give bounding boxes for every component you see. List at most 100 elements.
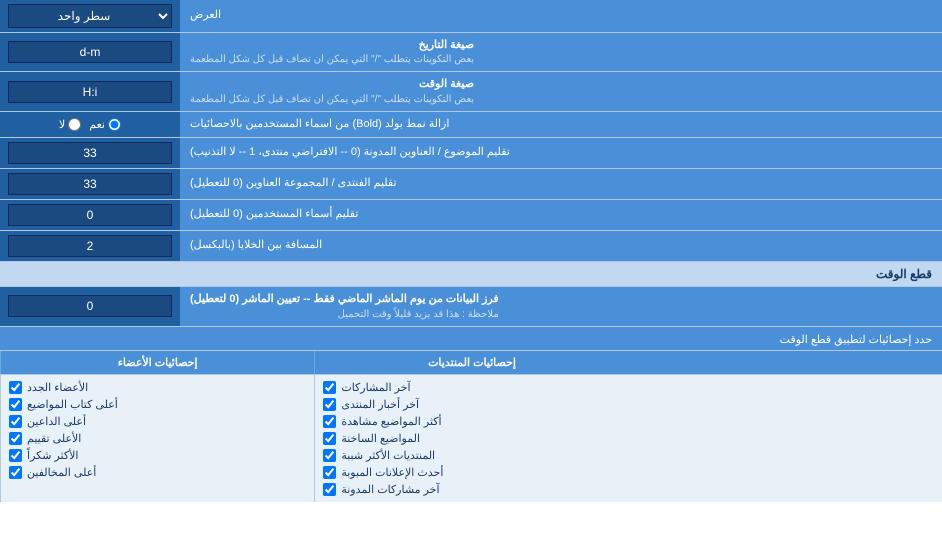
checkbox-hot-topics-label: المواضيع الساخنة — [341, 432, 420, 445]
checkbox-classifieds-label: أحدث الإعلانات المبوبة — [341, 466, 443, 479]
checkbox-header-row: إحصائيات المنتديات إحصائيات الأعضاء — [0, 351, 942, 375]
list-item: أعلى المخالفين — [1, 464, 314, 481]
date-format-input-cell — [0, 33, 180, 71]
display-label-text: العرض — [190, 8, 221, 23]
checkbox-new-members-label: الأعضاء الجدد — [27, 381, 88, 394]
bold-no-label[interactable]: لا — [59, 118, 81, 131]
cell-spacing-input-cell — [0, 231, 180, 261]
checkbox-top-violators-label: أعلى المخالفين — [27, 466, 96, 479]
checkbox-header-forums: إحصائيات المنتديات — [314, 351, 628, 374]
bold-yes-label[interactable]: نعم — [89, 118, 121, 131]
checkbox-forum-news-label: آخر أخبار المنتدى — [341, 398, 419, 411]
checkbox-top-callers-label: أعلى الداعين — [27, 415, 86, 428]
time-format-input-cell — [0, 72, 180, 110]
forum-trim-text: تقليم الفنتدى / المجموعة العناوين (0 للت… — [190, 176, 397, 191]
row-cell-spacing: المسافة بين الخلايا (بالبكسل) — [0, 231, 942, 262]
checkbox-rows-container: آخر المشاركات آخر أخبار المنتدى أكثر الم… — [0, 375, 942, 502]
topic-trim-text: تقليم الموضوع / العناوين المدونة (0 -- ا… — [190, 145, 510, 160]
forum-trim-input[interactable] — [8, 173, 172, 195]
bold-radio-group: نعم لا — [59, 118, 121, 131]
checkbox-forum-news[interactable] — [323, 398, 336, 411]
checkbox-top-callers[interactable] — [9, 415, 22, 428]
checkbox-top-violators[interactable] — [9, 466, 22, 479]
cutoff-section-title: قطع الوقت — [876, 267, 932, 281]
display-input-cell: سطر واحد متعدد الأسطر — [0, 0, 180, 32]
forum-trim-input-cell — [0, 169, 180, 199]
bold-yes-radio[interactable] — [108, 118, 121, 131]
forum-trim-label: تقليم الفنتدى / المجموعة العناوين (0 للت… — [180, 169, 942, 199]
checkboxes-area: حدد إحصائيات لتطبيق قطع الوقت إحصائيات ا… — [0, 327, 942, 502]
bold-radio-cell: نعم لا — [0, 112, 180, 137]
list-item: المنتديات الأكثر شببة — [315, 447, 628, 464]
list-item: المواضيع الساخنة — [315, 430, 628, 447]
cell-spacing-input[interactable] — [8, 235, 172, 257]
list-item: آخر مشاركات المدونة — [315, 481, 628, 498]
time-format-title: صيغة الوقت — [190, 77, 474, 92]
display-label: row-lines العرض — [180, 0, 942, 32]
list-item: الأعلى تقييم — [1, 430, 314, 447]
checkbox-col-empty — [629, 375, 942, 502]
limit-label-text: حدد إحصائيات لتطبيق قطع الوقت — [780, 334, 932, 346]
topic-trim-input[interactable] — [8, 142, 172, 164]
checkbox-header-members: إحصائيات الأعضاء — [0, 351, 314, 374]
cutoff-sub-text: ملاحظة : هذا قد يزيد قليلاً وقت التحميل — [190, 308, 499, 321]
bold-label-text: ازالة نمط بولد (Bold) من اسماء المستخدمي… — [190, 117, 449, 132]
list-item: الأعضاء الجدد — [1, 379, 314, 396]
list-item: أعلى كتاب المواضيع — [1, 396, 314, 413]
checkbox-latest-posts[interactable] — [323, 381, 336, 394]
checkbox-popular-forums-label: المنتديات الأكثر شببة — [341, 449, 435, 462]
checkbox-most-viewed[interactable] — [323, 415, 336, 428]
row-username-trim: تقليم أسماء المستخدمين (0 للتعطيل) — [0, 200, 942, 231]
time-format-label: صيغة الوقت بعض التكوينات يتطلب "/" التي … — [180, 72, 942, 110]
limit-label-row: حدد إحصائيات لتطبيق قطع الوقت — [0, 329, 942, 351]
list-item: أحدث الإعلانات المبوبة — [315, 464, 628, 481]
cutoff-input[interactable] — [8, 295, 172, 317]
bold-label: ازالة نمط بولد (Bold) من اسماء المستخدمي… — [180, 112, 942, 137]
bold-yes-text: نعم — [89, 118, 105, 131]
date-format-title: صيغة التاريخ — [190, 38, 474, 53]
checkbox-new-members[interactable] — [9, 381, 22, 394]
time-format-sub: بعض التكوينات يتطلب "/" التي يمكن ان تضا… — [190, 93, 474, 106]
username-trim-label: تقليم أسماء المستخدمين (0 للتعطيل) — [180, 200, 942, 230]
username-trim-input-cell — [0, 200, 180, 230]
checkbox-latest-posts-label: آخر المشاركات — [341, 381, 410, 394]
username-trim-input[interactable] — [8, 204, 172, 226]
checkbox-header-empty — [629, 351, 942, 374]
row-topic-trim: تقليم الموضوع / العناوين المدونة (0 -- ا… — [0, 138, 942, 169]
cell-spacing-text: المسافة بين الخلايا (بالبكسل) — [190, 238, 322, 253]
checkbox-top-writers-label: أعلى كتاب المواضيع — [27, 398, 118, 411]
cutoff-label: فرز البيانات من يوم الماشر الماضي فقط --… — [180, 287, 942, 325]
checkbox-col-forums: آخر المشاركات آخر أخبار المنتدى أكثر الم… — [314, 375, 628, 502]
cutoff-main-text: فرز البيانات من يوم الماشر الماضي فقط --… — [190, 292, 499, 307]
date-format-input[interactable] — [8, 41, 172, 63]
list-item: أكثر المواضيع مشاهدة — [315, 413, 628, 430]
checkbox-blog-posts-label: آخر مشاركات المدونة — [341, 483, 439, 496]
topic-trim-input-cell — [0, 138, 180, 168]
list-item: أعلى الداعين — [1, 413, 314, 430]
time-format-input[interactable] — [8, 81, 172, 103]
username-trim-text: تقليم أسماء المستخدمين (0 للتعطيل) — [190, 207, 358, 222]
checkbox-blog-posts[interactable] — [323, 483, 336, 496]
bold-no-radio[interactable] — [68, 118, 81, 131]
topic-trim-label: تقليم الموضوع / العناوين المدونة (0 -- ا… — [180, 138, 942, 168]
checkbox-classifieds[interactable] — [323, 466, 336, 479]
checkbox-top-rated[interactable] — [9, 432, 22, 445]
checkbox-most-viewed-label: أكثر المواضيع مشاهدة — [341, 415, 441, 428]
list-item: الأكثر شكراً — [1, 447, 314, 464]
row-date-format: صيغة التاريخ بعض التكوينات يتطلب "/" الت… — [0, 33, 942, 72]
display-dropdown[interactable]: سطر واحد متعدد الأسطر — [8, 4, 172, 28]
date-format-label: صيغة التاريخ بعض التكوينات يتطلب "/" الت… — [180, 33, 942, 71]
bold-no-text: لا — [59, 118, 65, 131]
checkbox-hot-topics[interactable] — [323, 432, 336, 445]
list-item: آخر المشاركات — [315, 379, 628, 396]
cell-spacing-label: المسافة بين الخلايا (بالبكسل) — [180, 231, 942, 261]
date-format-sub: بعض التكوينات يتطلب "/" التي يمكن ان تضا… — [190, 53, 474, 66]
list-item: آخر أخبار المنتدى — [315, 396, 628, 413]
checkbox-col-members: الأعضاء الجدد أعلى كتاب المواضيع أعلى ال… — [0, 375, 314, 502]
checkbox-top-writers[interactable] — [9, 398, 22, 411]
row-forum-trim: تقليم الفنتدى / المجموعة العناوين (0 للت… — [0, 169, 942, 200]
checkbox-most-thanked-label: الأكثر شكراً — [27, 449, 78, 462]
cutoff-section-header: قطع الوقت — [0, 262, 942, 287]
checkbox-popular-forums[interactable] — [323, 449, 336, 462]
checkbox-most-thanked[interactable] — [9, 449, 22, 462]
